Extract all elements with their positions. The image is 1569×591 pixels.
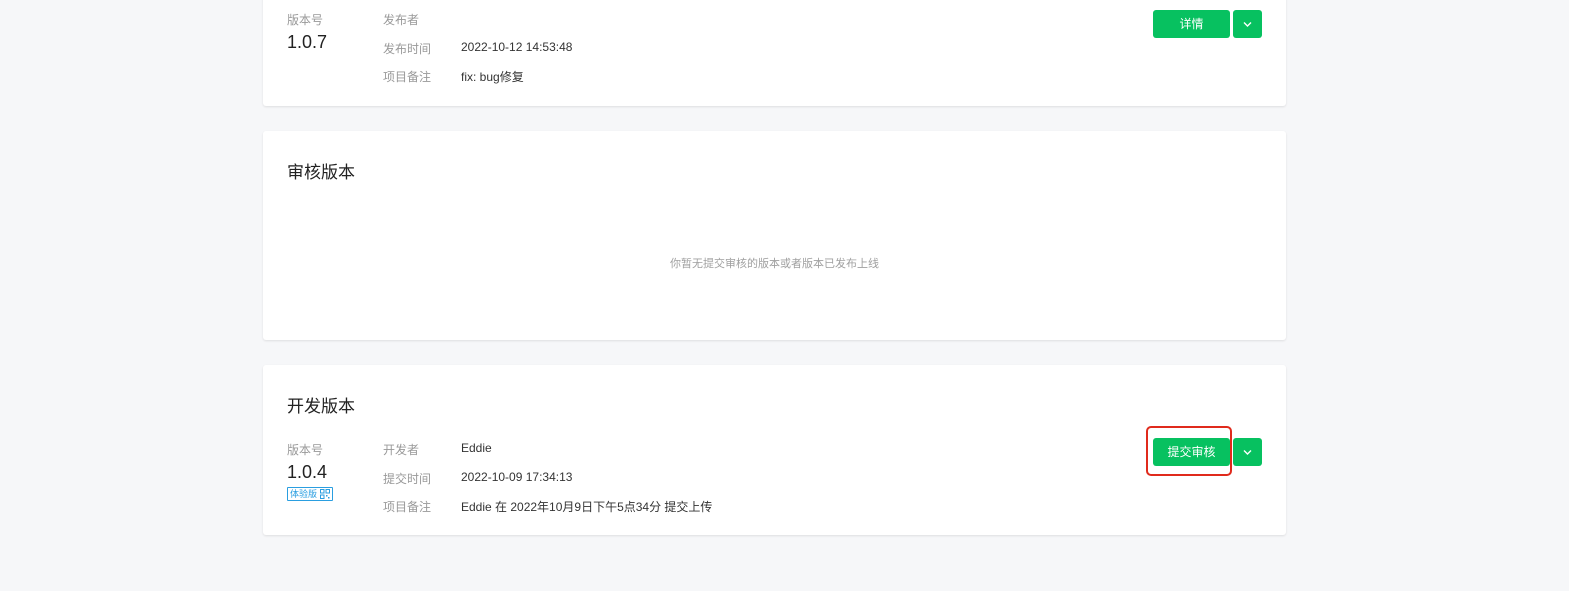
experience-version-tag[interactable]: 体验版	[287, 487, 334, 501]
submit-review-button[interactable]: 提交审核	[1153, 438, 1230, 466]
development-version-card: 开发版本 版本号 1.0.4 体验版 开发者 Eddie 提交时间 2022-1…	[263, 365, 1286, 535]
submit-time-label: 提交时间	[383, 472, 432, 486]
publish-time-value: 2022-10-12 14:53:48	[461, 40, 573, 54]
developer-value: Eddie	[461, 441, 492, 455]
qr-code-icon	[320, 489, 331, 499]
review-version-card: 审核版本 你暂无提交审核的版本或者版本已发布上线	[263, 131, 1286, 340]
card-title: 审核版本	[287, 163, 355, 182]
released-version-card: 版本号 1.0.7 发布者 发布时间 2022-10-12 14:53:48 项…	[263, 0, 1286, 106]
version-label: 版本号	[287, 13, 324, 27]
more-actions-dropdown-button[interactable]	[1233, 10, 1262, 38]
remark-label: 项目备注	[383, 70, 432, 84]
submit-time-value: 2022-10-09 17:34:13	[461, 470, 573, 484]
experience-tag-label: 体验版	[290, 489, 318, 499]
chevron-down-icon	[1243, 450, 1252, 455]
card-title: 开发版本	[287, 397, 355, 416]
developer-label: 开发者	[383, 443, 420, 457]
more-actions-dropdown-button[interactable]	[1233, 438, 1262, 466]
remark-value: fix: bug修复	[461, 70, 524, 84]
version-number: 1.0.4	[287, 462, 328, 482]
version-label: 版本号	[287, 443, 324, 457]
chevron-down-icon	[1243, 22, 1252, 27]
remark-value: Eddie 在 2022年10月9日下午5点34分 提交上传	[461, 500, 713, 514]
version-number: 1.0.7	[287, 32, 328, 52]
remark-label: 项目备注	[383, 500, 432, 514]
publisher-label: 发布者	[383, 13, 420, 27]
empty-state-text: 你暂无提交审核的版本或者版本已发布上线	[670, 258, 879, 270]
publish-time-label: 发布时间	[383, 42, 432, 56]
details-button[interactable]: 详情	[1153, 10, 1230, 38]
